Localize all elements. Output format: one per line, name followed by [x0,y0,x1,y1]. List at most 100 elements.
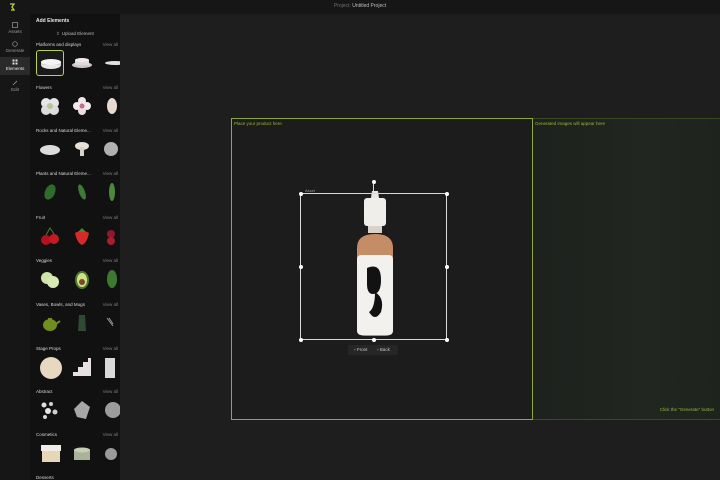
resize-handle-top-left[interactable] [298,191,303,196]
back-button[interactable]: ▫ Back [377,347,390,352]
element-thumb[interactable] [68,266,96,292]
section-title: Stage Props [36,346,61,351]
rail-assets[interactable]: Assets [0,20,30,38]
section-rocks: Rocks and Natural Eleme... View all [36,128,120,164]
platform-thumbnail [105,61,120,65]
element-thumb[interactable] [36,310,64,336]
leaf-thumbnail [44,184,56,200]
abstract-thumbnail [41,402,58,419]
section-abstract: Abstract View all [36,389,120,425]
element-thumb[interactable] [36,354,64,380]
element-thumb[interactable] [100,266,120,292]
element-thumb[interactable] [100,179,120,205]
element-thumb[interactable] [100,354,120,380]
jar-thumbnail [105,448,117,460]
upload-element-button[interactable]: ⇪ Upload Element [56,31,96,37]
view-all-link[interactable]: View all [103,128,118,133]
resize-handle-left[interactable] [298,265,303,269]
element-thumb[interactable] [36,136,64,162]
element-thumb[interactable] [36,50,64,76]
icon-rail: Assets Generate Elements Edit [0,14,30,480]
edit-icon [12,80,18,86]
element-thumb[interactable] [68,397,96,423]
section-title: Rocks and Natural Eleme... [36,128,91,133]
section-title: Veggies [36,258,53,263]
stairs-thumbnail [73,358,91,376]
element-thumb[interactable] [68,179,96,205]
view-all-link[interactable]: View all [103,42,118,47]
rock-thumbnail [104,142,118,156]
view-all-link[interactable]: View all [103,171,118,176]
front-label: Front [356,347,368,352]
project-prefix: Project: [333,3,351,9]
upload-icon: ⇪ [56,31,60,36]
vase-thumbnail [106,317,114,327]
rail-assets-label: Assets [8,29,22,34]
element-thumb[interactable] [68,310,96,336]
selection-box[interactable]: Asset [298,180,449,342]
generated-images-area: Generated images will appear here Click … [533,118,720,420]
section-veggies: Veggies View all [36,258,120,294]
element-thumb[interactable] [100,93,120,119]
element-thumb[interactable] [68,354,96,380]
berry-thumbnail [107,230,115,245]
element-thumb[interactable] [68,50,96,76]
element-thumb[interactable] [100,310,120,336]
element-thumb[interactable] [36,440,64,466]
resize-handle-right[interactable] [444,265,449,269]
section-fruit: Fruit View all [36,215,120,251]
view-all-link[interactable]: View all [103,432,118,437]
view-all-link[interactable]: View all [103,258,118,263]
sphere-thumbnail [40,357,62,379]
flower-thumbnail [41,98,59,115]
element-thumb[interactable] [100,223,120,249]
element-thumb[interactable] [100,50,120,76]
cherry-thumbnail [41,227,59,245]
element-thumb[interactable] [68,93,96,119]
element-thumb[interactable] [68,223,96,249]
element-thumb[interactable] [36,223,64,249]
rail-elements[interactable]: Elements [0,57,30,75]
section-title: Flowers [36,85,52,90]
project-name[interactable]: Untitled Project [352,3,386,9]
resize-handle-bottom[interactable] [372,337,376,342]
upload-label: Upload Element [61,31,94,36]
element-thumb[interactable] [68,136,96,162]
element-thumb[interactable] [68,440,96,466]
view-all-link[interactable]: View all [103,85,118,90]
element-thumb[interactable] [100,136,120,162]
resize-handle-top-right[interactable] [444,191,449,196]
element-thumb[interactable] [36,179,64,205]
platform-thumbnail [72,58,92,68]
rail-edit[interactable]: Edit [0,78,30,96]
rail-edit-label: Edit [11,87,19,92]
abstract-thumbnail [105,402,120,418]
generate-icon [12,41,18,47]
jar-thumbnail [74,447,90,460]
vase-thumbnail [78,315,86,331]
view-all-link[interactable]: View all [103,302,118,307]
section-title: Fruit [36,215,45,220]
rail-elements-label: Elements [5,66,25,71]
element-thumb[interactable] [36,266,64,292]
section-stage-props: Stage Props View all [36,346,120,382]
element-thumb[interactable] [36,397,64,423]
front-button[interactable]: ▫ Front [354,347,367,352]
project-title: Project: Untitled Project [0,3,720,9]
resize-handle-bottom-left[interactable] [298,337,303,342]
element-thumb[interactable] [36,93,64,119]
strawberry-thumbnail [75,228,89,245]
view-all-link[interactable]: View all [103,346,118,351]
element-thumb[interactable] [100,397,120,423]
resize-handle-bottom-right[interactable] [444,337,449,342]
rotate-handle[interactable] [372,180,376,184]
section-title: Abstract [36,389,53,394]
rock-thumbnail [40,145,60,155]
element-thumb[interactable] [100,440,120,466]
view-all-link[interactable]: View all [103,215,118,220]
view-all-link[interactable]: View all [103,389,118,394]
flower-thumbnail [73,97,91,115]
rail-generate[interactable]: Generate [0,39,30,57]
jar-thumbnail [41,445,61,462]
pillar-thumbnail [105,358,115,378]
